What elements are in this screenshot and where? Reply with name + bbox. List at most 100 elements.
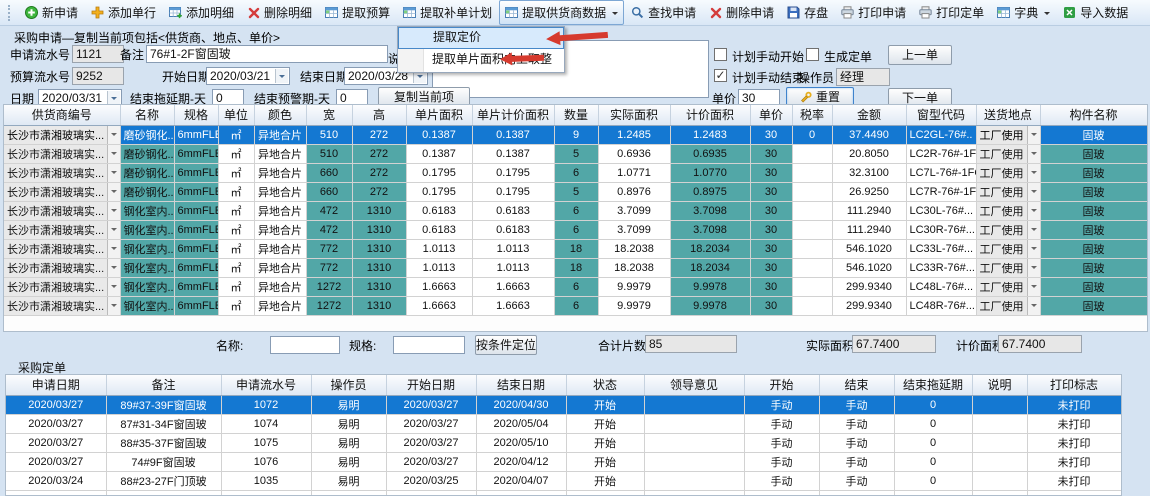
grid-cell[interactable]: 工厂使用 (976, 182, 1040, 201)
column-header[interactable]: 领导意见 (644, 375, 744, 395)
locate-name-input[interactable] (270, 336, 340, 354)
grid-cell[interactable]: 长沙市潇湘玻璃实... (4, 296, 120, 315)
manual-start-checkbox[interactable] (714, 48, 727, 61)
column-header[interactable]: 宽 (306, 105, 352, 125)
grid-cell[interactable]: 长沙市潇湘玻璃实... (4, 220, 120, 239)
column-header[interactable]: 申请流水号 (221, 375, 311, 395)
toolbar-button-delete-detail[interactable]: 删除明细 (241, 0, 318, 25)
detail-row[interactable]: 长沙市潇湘玻璃实...钢化室内...6mmFLE...㎡异地合片12721310… (4, 296, 1147, 315)
prev-order-button[interactable]: 上一单 (888, 45, 952, 65)
column-header[interactable]: 备注 (106, 375, 221, 395)
locate-spec-input[interactable] (393, 336, 465, 354)
detail-row[interactable]: 长沙市潇湘玻璃实...钢化室内...6mmFLE...㎡异地合片12721310… (4, 277, 1147, 296)
chevron-down-icon[interactable] (1027, 221, 1040, 239)
chevron-down-icon[interactable] (107, 297, 120, 315)
toolbar-button-extract-supplement-plan[interactable]: 提取补单计划 (397, 0, 498, 25)
column-header[interactable]: 开始 (744, 375, 819, 395)
operator-field[interactable]: 经理 (836, 68, 890, 86)
chevron-down-icon[interactable] (1027, 259, 1040, 277)
chevron-down-icon[interactable] (1027, 297, 1040, 315)
column-header[interactable]: 供货商编号 (4, 105, 120, 125)
chevron-down-icon[interactable] (107, 221, 120, 239)
grid-cell[interactable]: 长沙市潇湘玻璃实... (4, 239, 120, 258)
grid-cell[interactable]: 长沙市潇湘玻璃实... (4, 163, 120, 182)
toolbar-button-extract-budget[interactable]: 提取预算 (319, 0, 396, 25)
detail-row[interactable]: 长沙市潇湘玻璃实...钢化室内...6mmFLE...㎡异地合片77213101… (4, 239, 1147, 258)
column-header[interactable]: 单位 (218, 105, 254, 125)
order-row[interactable]: 2020/03/2788#35-37F窗固玻1075易明2020/03/2720… (6, 433, 1121, 452)
toolbar-button-print-order[interactable]: 打印定单 (913, 0, 990, 25)
grid-cell[interactable]: 工厂使用 (976, 125, 1040, 144)
remark-field[interactable]: 76#1-2F窗固玻 (146, 45, 388, 63)
column-header[interactable]: 送货地点 (976, 105, 1040, 125)
detail-row[interactable]: 长沙市潇湘玻璃实...钢化室内...6mmFLE...㎡异地合片47213100… (4, 201, 1147, 220)
column-header[interactable]: 窗型代码 (906, 105, 976, 125)
detail-row[interactable]: 长沙市潇湘玻璃实...磨砂钢化...6mmFLE...㎡异地合片6602720.… (4, 182, 1147, 201)
chevron-down-icon[interactable] (1027, 240, 1040, 258)
column-header[interactable]: 金额 (832, 105, 906, 125)
chevron-down-icon[interactable] (1027, 278, 1040, 296)
chevron-down-icon[interactable] (275, 69, 288, 83)
grid-cell[interactable]: 工厂使用 (976, 163, 1040, 182)
order-row[interactable]: 2020/03/2774#9F窗固玻1076易明2020/03/272020/0… (6, 452, 1121, 471)
toolbar-button-delete-request[interactable]: 删除申请 (703, 0, 780, 25)
request-no-field[interactable]: 1121 (72, 45, 124, 63)
column-header[interactable]: 结束 (819, 375, 894, 395)
grid-cell[interactable]: 长沙市潇湘玻璃实... (4, 125, 120, 144)
column-header[interactable]: 状态 (566, 375, 644, 395)
grid-cell[interactable]: 工厂使用 (976, 201, 1040, 220)
detail-row[interactable]: 长沙市潇湘玻璃实...磨砂钢化...6mmFLE...㎡异地合片6602720.… (4, 163, 1147, 182)
column-header[interactable]: 高 (352, 105, 406, 125)
chevron-down-icon[interactable] (1027, 164, 1040, 182)
detail-row[interactable]: 长沙市潇湘玻璃实...钢化室内...6mmFLE...㎡异地合片47213100… (4, 220, 1147, 239)
menu-item-extract-pricing[interactable]: 提取定价 (398, 27, 564, 49)
chevron-down-icon[interactable] (1027, 126, 1040, 144)
grid-cell[interactable]: 工厂使用 (976, 239, 1040, 258)
column-header[interactable]: 税率 (792, 105, 832, 125)
column-header[interactable]: 名称 (120, 105, 174, 125)
toolbar-button-extract-supplier-data[interactable]: 提取供货商数据 (499, 0, 624, 25)
toolbar-button-import-data[interactable]: 导入数据 (1057, 0, 1134, 25)
detail-row[interactable]: 长沙市潇湘玻璃实...磨砂钢化...6mmFLE...㎡异地合片5102720.… (4, 144, 1147, 163)
chevron-down-icon[interactable] (107, 183, 120, 201)
grid-cell[interactable]: 工厂使用 (976, 220, 1040, 239)
grid-cell[interactable]: 工厂使用 (976, 296, 1040, 315)
column-header[interactable]: 单价 (750, 105, 792, 125)
grid-cell[interactable]: 工厂使用 (976, 277, 1040, 296)
order-row[interactable]: 2020/03/2789#37-39F窗固玻1072易明2020/03/2720… (6, 395, 1121, 414)
column-header[interactable]: 打印标志 (1027, 375, 1121, 395)
chevron-down-icon[interactable] (1027, 183, 1040, 201)
toolbar-button-print-request[interactable]: 打印申请 (835, 0, 912, 25)
column-header[interactable]: 说明 (972, 375, 1027, 395)
toolbar-button-save[interactable]: 存盘 (781, 0, 834, 25)
chevron-down-icon[interactable] (107, 278, 120, 296)
toolbar-button-new-request[interactable]: 新申请 (19, 0, 84, 25)
grid-cell[interactable]: 长沙市潇湘玻璃实... (4, 277, 120, 296)
column-header[interactable]: 申请日期 (6, 375, 106, 395)
toolbar-button-add-detail[interactable]: 添加明细 (163, 0, 240, 25)
toolbar-button-dictionary[interactable]: 字典 (991, 0, 1056, 25)
manual-end-checkbox[interactable] (714, 69, 727, 82)
budget-no-field[interactable]: 9252 (72, 67, 124, 85)
chevron-down-icon[interactable] (107, 145, 120, 163)
toolbar-button-find-request[interactable]: 查找申请 (625, 0, 702, 25)
toolbar-button-add-single-row[interactable]: 添加单行 (85, 0, 162, 25)
detail-row[interactable]: 长沙市潇湘玻璃实...磨砂钢化...6mmFLE...㎡异地合片5102720.… (4, 125, 1147, 144)
chevron-down-icon[interactable] (107, 202, 120, 220)
column-header[interactable]: 结束拖延期 (894, 375, 972, 395)
column-header[interactable]: 构件名称 (1040, 105, 1147, 125)
chevron-down-icon[interactable] (1027, 145, 1040, 163)
grid-cell[interactable]: 长沙市潇湘玻璃实... (4, 182, 120, 201)
column-header[interactable]: 实际面积 (598, 105, 670, 125)
chevron-down-icon[interactable] (107, 91, 120, 105)
generate-order-checkbox[interactable] (806, 48, 819, 61)
column-header[interactable]: 单片面积 (406, 105, 472, 125)
grid-cell[interactable]: 工厂使用 (976, 144, 1040, 163)
chevron-down-icon[interactable] (107, 259, 120, 277)
grid-cell[interactable]: 长沙市潇湘玻璃实... (4, 144, 120, 163)
column-header[interactable]: 操作员 (311, 375, 386, 395)
grid-cell[interactable]: 工厂使用 (976, 258, 1040, 277)
column-header[interactable]: 数量 (554, 105, 598, 125)
grid-cell[interactable]: 长沙市潇湘玻璃实... (4, 201, 120, 220)
chevron-down-icon[interactable] (1027, 202, 1040, 220)
